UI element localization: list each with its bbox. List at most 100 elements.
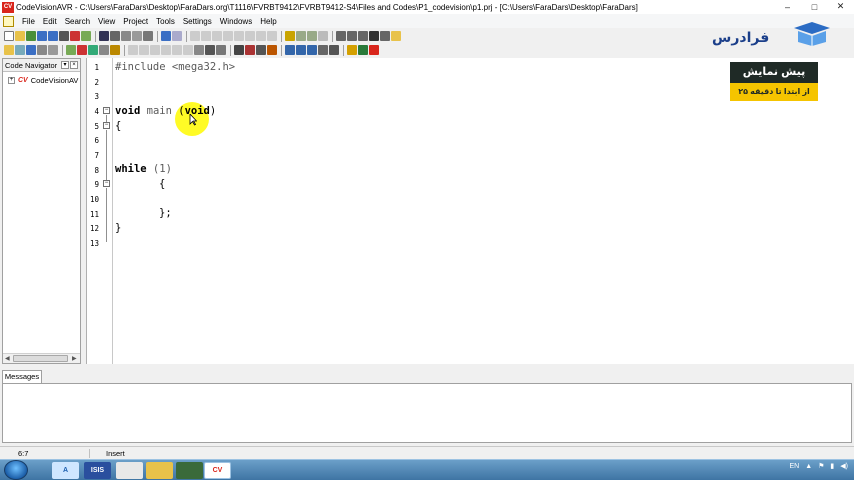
explorer-app-icon[interactable]	[116, 462, 143, 479]
find-in-files-icon[interactable]	[161, 45, 171, 55]
paste-icon[interactable]	[212, 31, 222, 41]
window-list-icon[interactable]	[318, 45, 328, 55]
menu-help[interactable]: Help	[256, 17, 280, 26]
code-line-1[interactable]: #include <mega32.h>	[115, 61, 235, 73]
debug-icon[interactable]	[132, 31, 142, 41]
menu-settings[interactable]: Settings	[179, 17, 216, 26]
scrollbar-thumb[interactable]	[13, 355, 68, 362]
print-icon[interactable]	[59, 31, 69, 41]
word-app-icon[interactable]: A	[52, 462, 79, 479]
new-project-icon[interactable]	[4, 45, 14, 55]
folder-app-icon[interactable]	[146, 462, 173, 479]
cut-icon[interactable]	[190, 31, 200, 41]
bookmark-prev-icon[interactable]	[307, 31, 317, 41]
grid-icon[interactable]	[336, 31, 346, 41]
chip-icon[interactable]	[99, 31, 109, 41]
code-line-4[interactable]: void main (void)	[115, 105, 216, 117]
info-icon[interactable]	[194, 45, 204, 55]
compile-icon[interactable]	[77, 45, 87, 55]
replace-icon[interactable]	[150, 45, 160, 55]
menu-windows[interactable]: Windows	[216, 17, 256, 26]
fold-collapse-icon[interactable]: −	[103, 180, 110, 187]
navigator-item-project[interactable]: + CV CodeVisionAV	[3, 74, 80, 86]
configure-icon[interactable]	[110, 45, 120, 55]
bug-icon[interactable]	[245, 45, 255, 55]
chip-programmer-icon[interactable]	[256, 45, 266, 55]
close-button[interactable]: ✕	[827, 0, 854, 13]
fold-collapse-icon[interactable]: −	[103, 107, 110, 114]
delete-icon[interactable]	[223, 31, 233, 41]
redo-icon[interactable]	[172, 31, 182, 41]
code-line-9[interactable]: {	[159, 178, 165, 190]
maximize-button[interactable]: □	[801, 0, 828, 13]
print-project-icon[interactable]	[37, 45, 47, 55]
new-file-icon[interactable]	[4, 31, 14, 41]
menu-tools[interactable]: Tools	[152, 17, 179, 26]
menu-search[interactable]: Search	[61, 17, 94, 26]
uncomment-icon[interactable]	[267, 31, 277, 41]
volume-icon[interactable]: ◀)	[840, 462, 848, 470]
network-icon[interactable]: ▮	[830, 462, 834, 470]
calculator-icon[interactable]	[329, 45, 339, 55]
menu-edit[interactable]: Edit	[39, 17, 61, 26]
window-tile-icon[interactable]	[296, 45, 306, 55]
fold-collapse-icon[interactable]: −	[103, 122, 110, 129]
window-cascade-icon[interactable]	[285, 45, 295, 55]
scroll-right-icon[interactable]: ▶	[72, 355, 77, 362]
paragraph-icon[interactable]	[369, 31, 379, 41]
tray-arrow-icon[interactable]: ▲	[805, 463, 812, 470]
folder-icon[interactable]	[391, 31, 401, 41]
help-icon[interactable]	[347, 45, 357, 55]
code-line-12[interactable]: }	[115, 222, 121, 234]
navigator-icon[interactable]	[358, 31, 368, 41]
copy-icon[interactable]	[201, 31, 211, 41]
scroll-left-icon[interactable]: ◀	[5, 355, 10, 362]
save-all-icon[interactable]	[48, 31, 58, 41]
programmer-icon[interactable]	[216, 45, 226, 55]
goto-line-icon[interactable]	[172, 45, 182, 55]
chip-app-icon[interactable]	[176, 462, 203, 479]
build-icon[interactable]	[110, 31, 120, 41]
find-next-icon[interactable]	[139, 45, 149, 55]
navigator-horizontal-scrollbar[interactable]: ◀ ▶	[3, 353, 80, 363]
menu-file[interactable]: File	[18, 17, 39, 26]
match-brace-icon[interactable]	[318, 31, 328, 41]
navigator-pin-icon[interactable]: ▾	[61, 61, 69, 69]
code-line-8[interactable]: while (1)	[115, 163, 172, 175]
terminal-icon[interactable]	[205, 45, 215, 55]
comment-icon[interactable]	[256, 31, 266, 41]
codevision-app-icon[interactable]: CV	[204, 462, 231, 479]
indent-icon[interactable]	[234, 31, 244, 41]
isis-app-icon[interactable]: ISIS	[84, 462, 111, 479]
code-line-11[interactable]: };	[159, 207, 172, 219]
check-syntax-icon[interactable]	[66, 45, 76, 55]
flag-icon[interactable]: ⚑	[818, 462, 824, 470]
close-project-icon[interactable]	[48, 45, 58, 55]
undo-icon[interactable]	[161, 31, 171, 41]
save-icon[interactable]	[37, 31, 47, 41]
menu-view[interactable]: View	[94, 17, 119, 26]
find-icon[interactable]	[128, 45, 138, 55]
code-editor[interactable]: 1 2 3 4 5 6 7 8 9 10 11 12 13 − − − #inc…	[86, 58, 854, 364]
save-project-icon[interactable]	[26, 45, 36, 55]
bookmark-toggle-icon[interactable]	[285, 31, 295, 41]
open-folder-icon[interactable]	[15, 31, 25, 41]
make-icon[interactable]	[121, 31, 131, 41]
codewizard-icon[interactable]	[369, 45, 379, 55]
table-icon[interactable]	[347, 31, 357, 41]
split-icon[interactable]	[380, 31, 390, 41]
minimize-button[interactable]: –	[774, 0, 801, 13]
goto-icon[interactable]	[183, 45, 193, 55]
build-all-icon[interactable]	[88, 45, 98, 55]
settings-icon[interactable]	[143, 31, 153, 41]
debugger-icon[interactable]	[234, 45, 244, 55]
tab-messages[interactable]: Messages	[2, 370, 42, 383]
project-icon[interactable]	[81, 31, 91, 41]
start-button[interactable]	[4, 460, 28, 480]
window-arrange-icon[interactable]	[307, 45, 317, 55]
tools-icon[interactable]	[267, 45, 277, 55]
bookmark-next-icon[interactable]	[296, 31, 306, 41]
code-line-5[interactable]: {	[115, 120, 121, 132]
language-indicator[interactable]: EN	[789, 463, 799, 470]
reload-icon[interactable]	[26, 31, 36, 41]
